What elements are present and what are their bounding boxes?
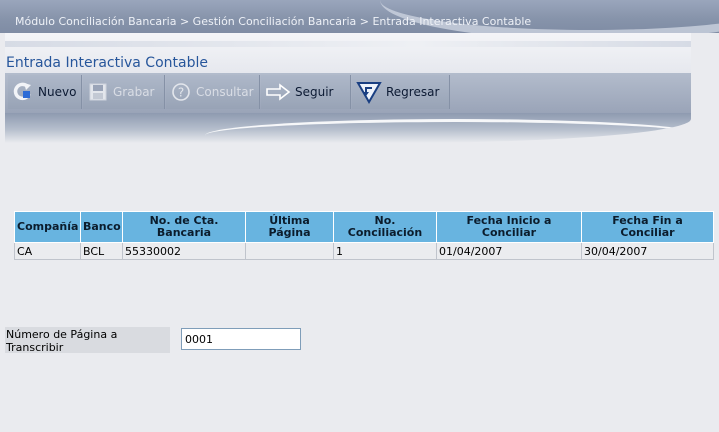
consult-button[interactable]: ? Consultar (166, 75, 260, 109)
column-header-reconciliation-number: No. Conciliación (333, 211, 437, 243)
continue-button-label: Seguir (295, 85, 334, 99)
save-button-label: Grabar (113, 85, 155, 99)
cell-reconciliation-number: 1 (333, 242, 437, 260)
column-header-last-page: Última Página (245, 211, 334, 243)
refresh-icon (12, 81, 34, 103)
svg-text:?: ? (178, 86, 184, 100)
new-button[interactable]: Nuevo (8, 75, 82, 109)
toolbar-wave-decoration (5, 113, 691, 143)
continue-button[interactable]: Seguir (261, 75, 351, 109)
page-number-input[interactable] (181, 328, 301, 350)
wave-highlight (205, 119, 691, 143)
page-title: Entrada Interactiva Contable (6, 55, 208, 71)
column-header-account-number: No. de Cta. Bancaria (122, 211, 246, 243)
page-number-label: Número de Página a Transcribir (5, 327, 170, 354)
column-header-company: Compañía (14, 211, 81, 243)
back-button-label: Regresar (386, 85, 440, 99)
cell-company: CA (14, 242, 81, 260)
header-bar: Módulo Conciliación Bancaria > Gestión C… (0, 0, 719, 33)
reconciliation-table: Compañía Banco No. de Cta. Bancaria Últi… (14, 211, 714, 260)
column-header-start-date: Fecha Inicio a Conciliar (436, 211, 582, 243)
cell-end-date: 30/04/2007 (581, 242, 714, 260)
title-bar: Entrada Interactiva Contable (5, 33, 691, 73)
breadcrumb: Módulo Conciliación Bancaria > Gestión C… (15, 15, 532, 28)
cell-bank: BCL (80, 242, 123, 260)
cell-account-number: 55330002 (122, 242, 246, 260)
toolbar: Nuevo Grabar ? Consultar Seguir Regresar (5, 73, 691, 113)
column-header-end-date: Fecha Fin a Conciliar (581, 211, 714, 243)
back-button[interactable]: Regresar (352, 75, 450, 109)
consult-button-label: Consultar (196, 85, 254, 99)
back-triangle-icon (356, 81, 382, 104)
title-stripe (5, 41, 691, 47)
cell-start-date: 01/04/2007 (436, 242, 582, 260)
column-header-bank: Banco (80, 211, 123, 243)
table-row: CA BCL 55330002 1 01/04/2007 30/04/2007 (14, 242, 714, 260)
floppy-disk-icon (87, 81, 109, 103)
cell-last-page (245, 242, 334, 260)
help-circle-icon: ? (170, 81, 192, 103)
new-button-label: Nuevo (38, 85, 77, 99)
arrow-right-icon (265, 81, 291, 103)
save-button[interactable]: Grabar (83, 75, 165, 109)
table-header-row: Compañía Banco No. de Cta. Bancaria Últi… (14, 211, 714, 243)
